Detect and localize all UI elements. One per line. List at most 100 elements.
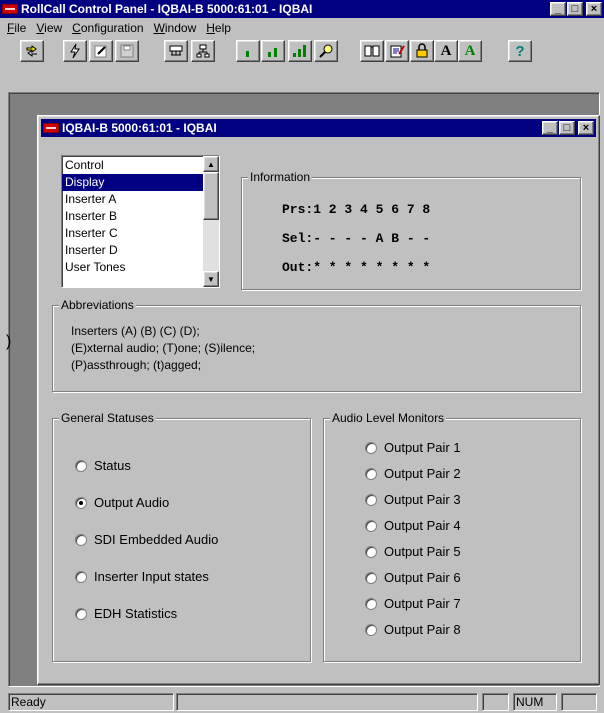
radio-output-pair-5[interactable]: Output Pair 5 xyxy=(365,544,461,559)
tree-icon[interactable] xyxy=(191,40,215,62)
radio-label: Output Pair 8 xyxy=(384,622,461,637)
list-item-control[interactable]: Control xyxy=(62,157,203,174)
radio-button-icon[interactable] xyxy=(75,533,87,546)
radio-button-icon[interactable] xyxy=(365,545,377,558)
radio-output-pair-6[interactable]: Output Pair 6 xyxy=(365,570,461,585)
connect-icon[interactable] xyxy=(20,40,44,62)
list-item-display[interactable]: Display xyxy=(62,174,203,191)
menu-view[interactable]: View xyxy=(31,21,67,35)
menu-window[interactable]: Window xyxy=(149,21,202,35)
edit-icon[interactable] xyxy=(89,40,113,62)
category-scrollbar[interactable]: ▲ ▼ xyxy=(203,156,219,287)
menu-help[interactable]: Help xyxy=(201,21,236,35)
radio-output-pair-3[interactable]: Output Pair 3 xyxy=(365,492,461,507)
radio-button-icon[interactable] xyxy=(75,496,87,509)
notepad-icon[interactable] xyxy=(385,40,409,62)
audio-level-monitors-title: Audio Level Monitors xyxy=(330,411,447,425)
radio-output-pair-8[interactable]: Output Pair 8 xyxy=(365,622,461,637)
radio-button-icon[interactable] xyxy=(75,459,87,472)
sel-row: Sel:- - - - A B - - xyxy=(282,231,431,246)
font-a-label: A xyxy=(440,42,452,59)
radio-output-pair-1[interactable]: Output Pair 1 xyxy=(365,440,461,455)
close-button[interactable]: × xyxy=(586,2,602,16)
information-title: Information xyxy=(248,170,313,184)
radio-button-icon[interactable] xyxy=(75,570,87,583)
main-titlebar[interactable]: RollCall Control Panel - IQBAI-B 5000:61… xyxy=(0,0,604,18)
scroll-thumb[interactable] xyxy=(203,172,219,220)
menu-accelerator: H xyxy=(206,20,215,35)
radio-label: Status xyxy=(94,458,131,473)
radio-sdi-embedded-audio[interactable]: SDI Embedded Audio xyxy=(75,532,218,547)
general-statuses-title: General Statuses xyxy=(59,411,156,425)
radio-button-icon[interactable] xyxy=(365,597,377,610)
list-item-inserter-d[interactable]: Inserter D xyxy=(62,242,203,259)
radio-label: EDH Statistics xyxy=(94,606,178,621)
help-label: ? xyxy=(515,42,525,60)
lock-icon[interactable] xyxy=(410,40,434,62)
list-item-inserter-b[interactable]: Inserter B xyxy=(62,208,203,225)
child-close-button[interactable]: × xyxy=(578,121,594,135)
child-titlebar[interactable]: IQBAI-B 5000:61:01 - IQBAI _ □ × xyxy=(41,119,596,137)
list-item-inserter-c[interactable]: Inserter C xyxy=(62,225,203,242)
radio-button-icon[interactable] xyxy=(365,571,377,584)
child-maximize-button[interactable]: □ xyxy=(559,121,575,135)
menu-label-rest: iew xyxy=(44,20,63,35)
magnifier-icon[interactable] xyxy=(314,40,338,62)
status-pane-scroll xyxy=(561,693,597,711)
radio-output-pair-7[interactable]: Output Pair 7 xyxy=(365,596,461,611)
font-a-icon[interactable]: A xyxy=(434,40,458,62)
general-statuses-group: General Statuses Status Output Audio SDI E… xyxy=(52,411,311,662)
radio-label: Output Pair 4 xyxy=(384,518,461,533)
out-row: Out:* * * * * * * * xyxy=(282,260,431,275)
level-mid-icon[interactable] xyxy=(261,40,285,62)
menubar: File View Configuration Window Help xyxy=(0,18,604,37)
help-icon[interactable]: ? xyxy=(508,40,532,62)
child-minimize-button[interactable]: _ xyxy=(542,121,558,135)
save-icon[interactable] xyxy=(115,40,139,62)
statusbar: Ready NUM xyxy=(0,691,604,713)
audio-level-monitors-group: Audio Level Monitors Output Pair 1 Output… xyxy=(323,411,581,662)
maximize-button[interactable]: □ xyxy=(567,2,583,16)
radio-button-icon[interactable] xyxy=(365,623,377,636)
menu-configuration[interactable]: Configuration xyxy=(67,21,148,35)
minimize-button[interactable]: _ xyxy=(550,2,566,16)
list-item-inserter-a[interactable]: Inserter A xyxy=(62,191,203,208)
radio-status[interactable]: Status xyxy=(75,458,131,473)
radio-label: Output Pair 3 xyxy=(384,492,461,507)
level-low-icon[interactable] xyxy=(236,40,260,62)
list-item-user-tones[interactable]: User Tones xyxy=(62,259,203,276)
scroll-up-icon[interactable]: ▲ xyxy=(203,156,219,172)
menu-label-rest: elp xyxy=(214,20,231,35)
child-app-icon xyxy=(43,123,59,133)
radio-label: SDI Embedded Audio xyxy=(94,532,219,547)
radio-button-icon[interactable] xyxy=(365,441,377,454)
radio-label: Output Pair 5 xyxy=(384,544,461,559)
radio-button-icon[interactable] xyxy=(365,519,377,532)
main-window: RollCall Control Panel - IQBAI-B 5000:61… xyxy=(0,0,604,713)
abbreviations-title: Abbreviations xyxy=(59,298,136,312)
status-pane-middle xyxy=(176,693,478,711)
menu-label-rest: ile xyxy=(14,20,27,35)
radio-button-icon[interactable] xyxy=(75,607,87,620)
category-listbox[interactable]: Control Display Inserter A Inserter B Insert… xyxy=(61,155,220,288)
radio-button-icon[interactable] xyxy=(365,493,377,506)
radio-output-audio[interactable]: Output Audio xyxy=(75,495,169,510)
radio-output-pair-2[interactable]: Output Pair 2 xyxy=(365,466,461,481)
prs-row: Prs:1 2 3 4 5 6 7 8 xyxy=(282,202,431,217)
scroll-down-icon[interactable]: ▼ xyxy=(203,271,219,287)
child-window-title: IQBAI-B 5000:61:01 - IQBAI xyxy=(62,121,217,135)
book-icon[interactable] xyxy=(360,40,384,62)
font-a-green-icon[interactable]: A xyxy=(458,40,482,62)
category-list-items: Control Display Inserter A Inserter B Insert… xyxy=(62,157,203,276)
network-icon[interactable] xyxy=(164,40,188,62)
menu-file[interactable]: File xyxy=(2,21,31,35)
abbreviation-line: Inserters (A) (B) (C) (D); xyxy=(71,324,200,338)
level-high-icon[interactable] xyxy=(288,40,312,62)
radio-inserter-input-states[interactable]: Inserter Input states xyxy=(75,569,209,584)
font-a-green-label: A xyxy=(464,42,476,59)
radio-button-icon[interactable] xyxy=(365,467,377,480)
radio-output-pair-4[interactable]: Output Pair 4 xyxy=(365,518,461,533)
radio-edh-statistics[interactable]: EDH Statistics xyxy=(75,606,177,621)
lightning-icon[interactable] xyxy=(63,40,87,62)
radio-label: Output Pair 7 xyxy=(384,596,461,611)
